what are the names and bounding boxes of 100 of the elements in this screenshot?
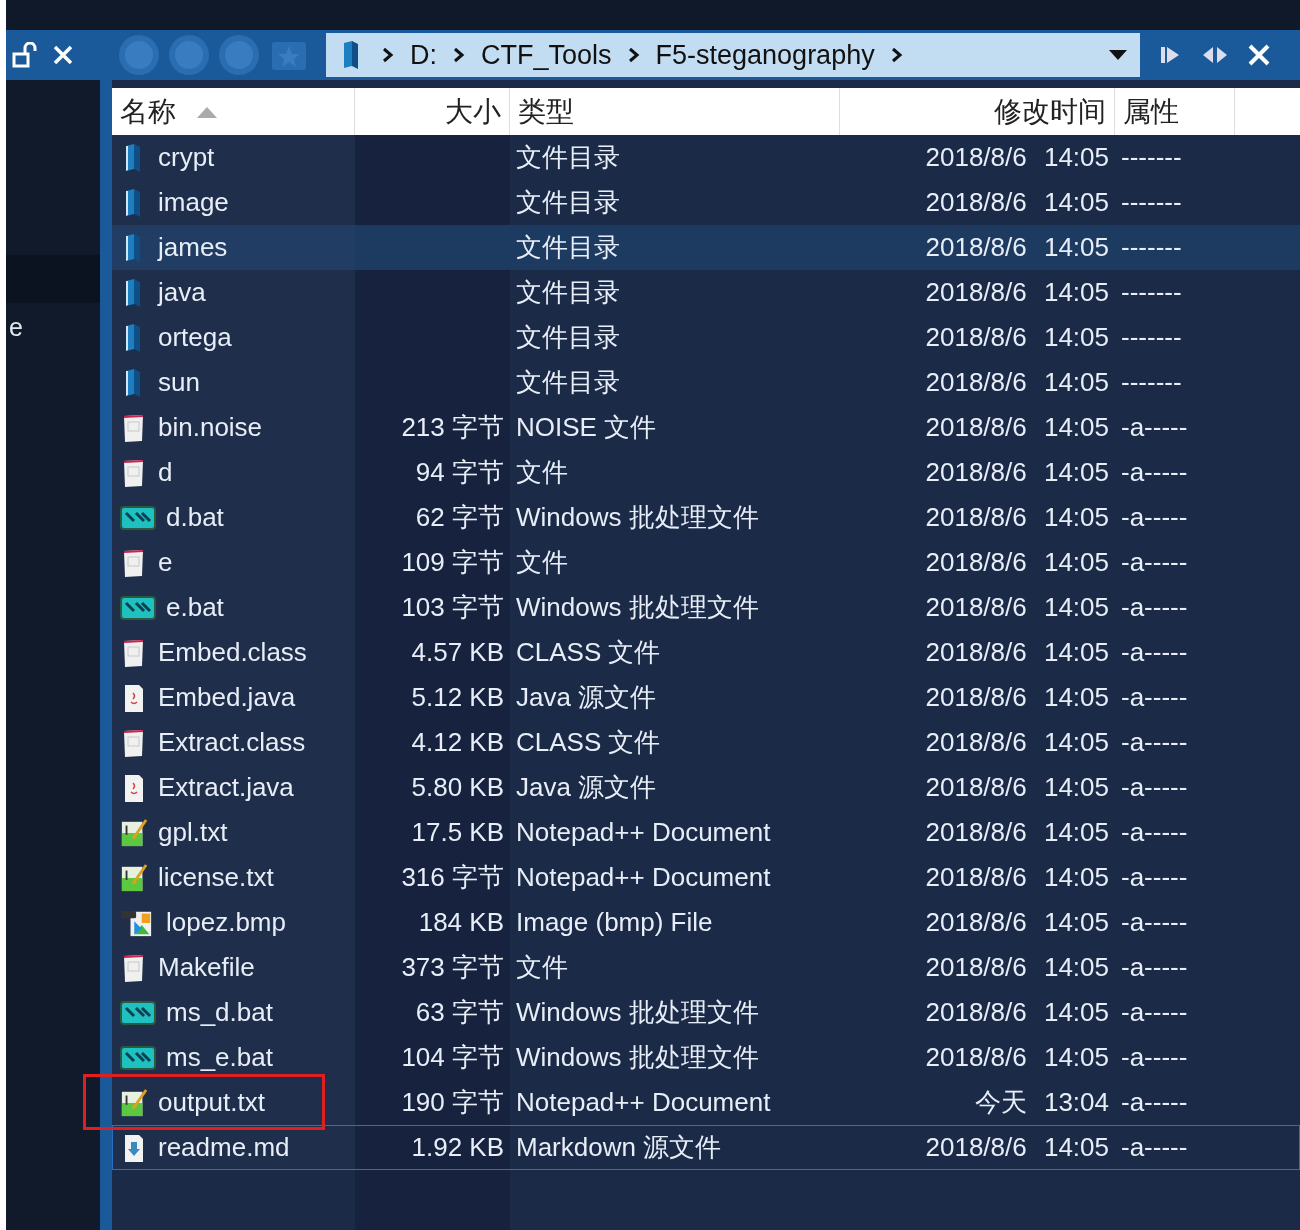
file-size: 373 字节 bbox=[401, 951, 504, 984]
file-row[interactable]: ms_e.bat 104 字节 Windows 批处理文件 2018/8/6 14:05 -a----- bbox=[112, 1035, 1300, 1080]
file-type: 文件 bbox=[516, 951, 568, 984]
file-size: 190 字节 bbox=[401, 1086, 504, 1119]
file-name: java bbox=[158, 277, 206, 308]
file-name: ms_e.bat bbox=[166, 1042, 273, 1073]
column-header[interactable]: 属性 bbox=[1123, 92, 1179, 131]
file-name: d bbox=[158, 457, 173, 488]
file-type: Java 源文件 bbox=[516, 681, 657, 714]
file-row[interactable]: ortega 文件目录 2018/8/6 14:05 ------- bbox=[112, 315, 1300, 360]
file-row[interactable]: Extract.class 4.12 KB CLASS 文件 2018/8/6 14:05 -a----- bbox=[112, 720, 1300, 765]
file-attributes: -a----- bbox=[1121, 727, 1188, 758]
file-name: output.txt bbox=[158, 1087, 265, 1118]
file-name: license.txt bbox=[158, 862, 274, 893]
file-row[interactable]: e 109 字节 文件 2018/8/6 14:05 -a----- bbox=[112, 540, 1300, 585]
file-attributes: ------- bbox=[1121, 277, 1182, 308]
modified-time: 2018/8/6 14:05 bbox=[925, 817, 1109, 848]
file-row[interactable]: d.bat 62 字节 Windows 批处理文件 2018/8/6 14:05 -a----- bbox=[112, 495, 1300, 540]
file-attributes: -a----- bbox=[1121, 817, 1188, 848]
chevron-right-icon bbox=[890, 47, 903, 63]
file-name: Embed.class bbox=[158, 637, 307, 668]
modified-time: 2018/8/6 14:05 bbox=[925, 1042, 1109, 1073]
file-size: 104 字节 bbox=[401, 1041, 504, 1074]
chevron-right-icon bbox=[627, 47, 640, 63]
file-type: Notepad++ Document bbox=[516, 862, 771, 893]
file-row[interactable]: james 文件目录 2018/8/6 14:05 ------- bbox=[112, 225, 1300, 270]
file-size: 184 KB bbox=[418, 907, 504, 938]
file-name: james bbox=[158, 232, 228, 263]
file-attributes: -a----- bbox=[1121, 682, 1188, 713]
file-row[interactable]: java 文件目录 2018/8/6 14:05 ------- bbox=[112, 270, 1300, 315]
file-attributes: ------- bbox=[1121, 187, 1182, 218]
column-header[interactable]: 名称 bbox=[120, 92, 218, 131]
file-name: e bbox=[158, 547, 173, 578]
file-name: image bbox=[158, 187, 229, 218]
file-size: 4.57 KB bbox=[411, 637, 504, 668]
file-row[interactable]: Makefile 373 字节 文件 2018/8/6 14:05 -a----- bbox=[112, 945, 1300, 990]
close-icon[interactable] bbox=[1246, 42, 1272, 68]
file-size: 5.80 KB bbox=[411, 772, 504, 803]
close-icon[interactable] bbox=[52, 44, 74, 66]
file-attributes: -a----- bbox=[1121, 1087, 1188, 1118]
file-attributes: -a----- bbox=[1121, 1132, 1188, 1163]
file-name: Makefile bbox=[158, 952, 255, 983]
file-row[interactable]: lopez.bmp 184 KB Image (bmp) File 2018/8/6 14:05 -a----- bbox=[112, 900, 1300, 945]
file-size: 109 字节 bbox=[401, 546, 504, 579]
file-name: e.bat bbox=[166, 592, 224, 623]
file-row[interactable]: gpl.txt 17.5 KB Notepad++ Document 2018/8/6 14:05 -a----- bbox=[112, 810, 1300, 855]
file-type: CLASS 文件 bbox=[516, 636, 661, 669]
file-size: 63 字节 bbox=[415, 996, 504, 1029]
modified-time: 2018/8/6 14:05 bbox=[925, 142, 1109, 173]
modified-time: 2018/8/6 14:05 bbox=[925, 862, 1109, 893]
modified-time: 2018/8/6 14:05 bbox=[925, 952, 1109, 983]
file-row[interactable]: Embed.class 4.57 KB CLASS 文件 2018/8/6 14:05 -a----- bbox=[112, 630, 1300, 675]
breadcrumb-segment[interactable]: D: bbox=[410, 39, 437, 71]
address-bar[interactable]: D: CTF_Tools F5-steganography bbox=[326, 33, 1140, 77]
file-size: 62 字节 bbox=[415, 501, 504, 534]
file-row[interactable]: crypt 文件目录 2018/8/6 14:05 ------- bbox=[112, 135, 1300, 180]
modified-time: 2018/8/6 14:05 bbox=[925, 997, 1109, 1028]
dropdown-arrow-icon[interactable] bbox=[1108, 49, 1128, 61]
file-type: 文件目录 bbox=[516, 366, 620, 399]
modified-time: 2018/8/6 14:05 bbox=[925, 1132, 1109, 1163]
file-name: ms_d.bat bbox=[166, 997, 273, 1028]
modified-time: 2018/8/6 14:05 bbox=[925, 547, 1109, 578]
sidebar-item[interactable]: e bbox=[9, 313, 100, 342]
file-row[interactable]: Embed.java 5.12 KB Java 源文件 2018/8/6 14:05 -a----- bbox=[112, 675, 1300, 720]
file-name: Embed.java bbox=[158, 682, 296, 713]
modified-time: 2018/8/6 14:05 bbox=[925, 412, 1109, 443]
breadcrumb-segment[interactable]: F5-steganography bbox=[655, 39, 875, 71]
file-name: sun bbox=[158, 367, 200, 398]
breadcrumb-segment[interactable]: CTF_Tools bbox=[481, 39, 612, 71]
file-attributes: -a----- bbox=[1121, 772, 1188, 803]
modified-time: 2018/8/6 14:05 bbox=[925, 727, 1109, 758]
column-header[interactable]: 大小 bbox=[445, 92, 501, 131]
file-type: Java 源文件 bbox=[516, 771, 657, 804]
modified-time: 2018/8/6 14:05 bbox=[925, 772, 1109, 803]
file-row[interactable]: license.txt 316 字节 Notepad++ Document 2018/8/6 14:05 -a----- bbox=[112, 855, 1300, 900]
file-row[interactable]: e.bat 103 字节 Windows 批处理文件 2018/8/6 14:05 -a----- bbox=[112, 585, 1300, 630]
column-header[interactable]: 类型 bbox=[518, 92, 574, 131]
file-row[interactable]: output.txt 190 字节 Notepad++ Document 今天 13:04 -a----- bbox=[112, 1080, 1300, 1125]
file-row[interactable]: bin.noise 213 字节 NOISE 文件 2018/8/6 14:05 -a----- bbox=[112, 405, 1300, 450]
file-type: Notepad++ Document bbox=[516, 817, 771, 848]
file-name: d.bat bbox=[166, 502, 224, 533]
file-row[interactable]: ms_d.bat 63 字节 Windows 批处理文件 2018/8/6 14:05 -a----- bbox=[112, 990, 1300, 1035]
file-row[interactable]: sun 文件目录 2018/8/6 14:05 ------- bbox=[112, 360, 1300, 405]
file-row[interactable]: d 94 字节 文件 2018/8/6 14:05 -a----- bbox=[112, 450, 1300, 495]
file-size: 5.12 KB bbox=[411, 682, 504, 713]
file-row[interactable]: image 文件目录 2018/8/6 14:05 ------- bbox=[112, 180, 1300, 225]
file-type: 文件目录 bbox=[516, 276, 620, 309]
file-type: Notepad++ Document bbox=[516, 1087, 771, 1118]
modified-time: 2018/8/6 14:05 bbox=[925, 232, 1109, 263]
file-type: 文件目录 bbox=[516, 231, 620, 264]
column-header[interactable]: 修改时间 bbox=[994, 92, 1106, 131]
file-name: Extract.java bbox=[158, 772, 294, 803]
file-row[interactable]: readme.md 1.92 KB Markdown 源文件 2018/8/6 14:05 -a----- bbox=[112, 1125, 1300, 1170]
file-type: Windows 批处理文件 bbox=[516, 501, 759, 534]
file-attributes: -a----- bbox=[1121, 997, 1188, 1028]
file-row[interactable]: Extract.java 5.80 KB Java 源文件 2018/8/6 14:05 -a----- bbox=[112, 765, 1300, 810]
file-type: NOISE 文件 bbox=[516, 411, 657, 444]
file-type: Windows 批处理文件 bbox=[516, 591, 759, 624]
unlock-icon[interactable] bbox=[12, 42, 38, 68]
notepad-icon bbox=[120, 862, 148, 893]
